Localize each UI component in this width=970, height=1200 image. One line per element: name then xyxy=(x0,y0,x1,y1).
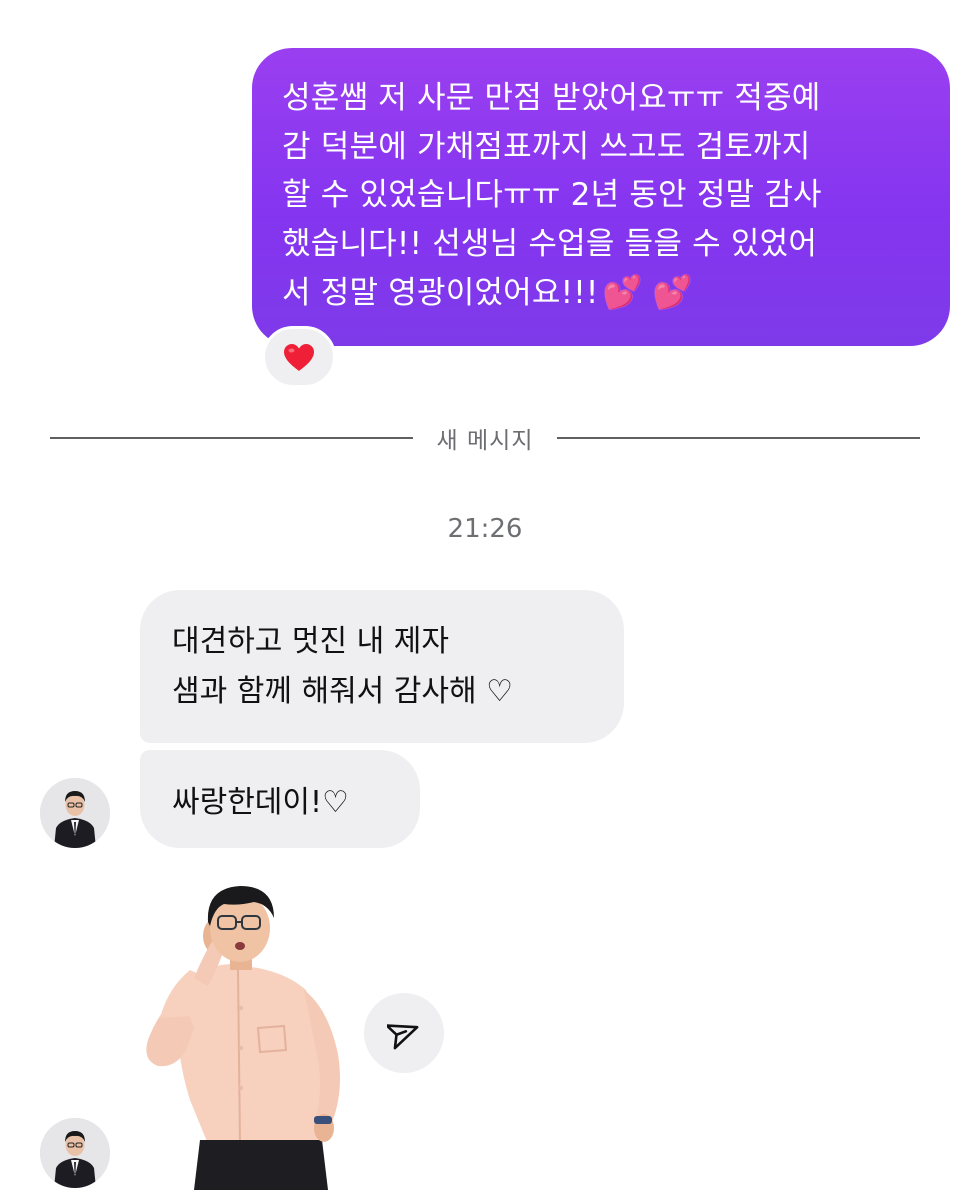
sent-message-line: 감 덕분에 가채점표까지 쓰고도 검토까지 xyxy=(282,128,811,165)
sent-message-line: 했습니다!! 선생님 수업을 들을 수 있었어 xyxy=(282,225,818,262)
message-timestamp: 21:26 xyxy=(447,514,523,544)
sent-message-line: 성훈쌤 저 사문 만점 받았어요ㅠㅠ 적중예 xyxy=(282,80,821,116)
received-message-bubble[interactable]: 싸랑한데이!♡ xyxy=(140,750,420,848)
sent-message-bubble[interactable]: 성훈쌤 저 사문 만점 받았어요ㅠㅠ 적중예 감 덕분에 가채점표까지 쓰고도 … xyxy=(252,48,950,346)
teacher-sticker[interactable] xyxy=(138,878,350,1190)
new-messages-divider: 새 메시지 xyxy=(50,418,921,458)
heart-reaction[interactable] xyxy=(262,326,336,388)
person-avatar-icon xyxy=(40,778,110,848)
dm-thread: 성훈쌤 저 사문 만점 받았어요ㅠㅠ 적중예 감 덕분에 가채점표까지 쓰고도 … xyxy=(0,0,970,1200)
sent-message-line-text: 서 정말 영광이었어요!!! xyxy=(282,275,599,311)
divider-label: 새 메시지 xyxy=(436,428,534,454)
sender-avatar[interactable] xyxy=(40,1118,110,1188)
sent-message-line: 할 수 있었습니다ㅠㅠ 2년 동안 정말 감사 xyxy=(282,177,822,213)
share-button[interactable] xyxy=(364,993,444,1073)
received-message-line: 대견하고 멋진 내 제자 xyxy=(172,624,450,659)
received-message-line: 샘과 함께 해줘서 감사해 ♡ xyxy=(172,674,514,709)
divider-line-left xyxy=(50,437,413,439)
received-message-line: 싸랑한데이!♡ xyxy=(172,785,349,820)
sender-avatar[interactable] xyxy=(40,778,110,848)
received-message-bubble[interactable]: 대견하고 멋진 내 제자 샘과 함께 해줘서 감사해 ♡ xyxy=(140,590,624,743)
send-icon xyxy=(387,1024,419,1050)
person-avatar-icon xyxy=(40,1118,110,1188)
two-hearts-icon: 💕 💕 xyxy=(602,273,693,311)
red-heart-icon xyxy=(284,344,314,371)
divider-line-right xyxy=(557,437,921,439)
teacher-sticker-image xyxy=(146,886,340,1190)
sent-message-line-last: 서 정말 영광이었어요!!! 💕 💕 xyxy=(282,268,926,318)
